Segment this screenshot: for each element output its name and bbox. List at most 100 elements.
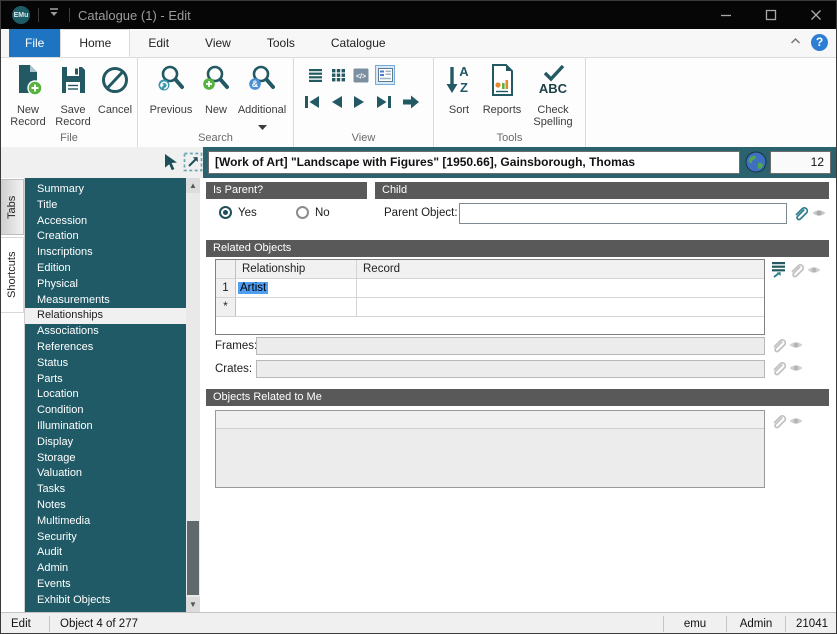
sidebar-item-physical[interactable]: Physical <box>25 277 186 293</box>
help-icon[interactable]: ? <box>811 34 828 51</box>
record-column-header[interactable]: Record <box>357 260 764 278</box>
tab-catalogue[interactable]: Catalogue <box>313 29 404 57</box>
tab-view[interactable]: View <box>187 29 249 57</box>
sidebar-item-title[interactable]: Title <box>25 198 186 214</box>
related-objects-header: Related Objects <box>206 240 829 257</box>
scrollbar-thumb[interactable] <box>187 521 199 595</box>
parent-object-eye-icon[interactable] <box>811 206 829 224</box>
sidebar-item-storage[interactable]: Storage <box>25 451 186 467</box>
emu-logo-icon[interactable]: EMu <box>12 6 30 24</box>
additional-search-button[interactable]: & Additional <box>233 61 291 135</box>
sidebar-item-creation[interactable]: Creation <box>25 229 186 245</box>
reports-icon <box>487 63 517 102</box>
sidebar-item-tasks[interactable]: Tasks <box>25 482 186 498</box>
sidebar-item-relationships[interactable]: Relationships <box>25 308 186 324</box>
scroll-up-icon[interactable]: ▲ <box>186 178 200 193</box>
sidebar-item-summary[interactable]: Summary <box>25 182 186 198</box>
sidebar-item-status[interactable]: Status <box>25 356 186 372</box>
sidebar-item-measurements[interactable]: Measurements <box>25 293 186 309</box>
sidebar-item-valuation[interactable]: Valuation <box>25 466 186 482</box>
status-mode: Edit <box>1 618 49 630</box>
sidebar-item-security[interactable]: Security <box>25 530 186 546</box>
previous-search-button[interactable]: Previous <box>143 61 199 116</box>
relationship-cell-selected: Artist <box>238 282 268 294</box>
sidebar-item-multimedia[interactable]: Multimedia <box>25 514 186 530</box>
record-title-field[interactable]: [Work of Art] "Landscape with Figures" [… <box>208 151 740 174</box>
relationships-form: Is Parent? Child Yes No Parent Object: R… <box>200 178 837 612</box>
sidebar-item-illumination[interactable]: Illumination <box>25 419 186 435</box>
previous-record-icon[interactable] <box>328 93 345 116</box>
close-button[interactable] <box>793 1 837 29</box>
relationship-column-header[interactable]: Relationship <box>236 260 357 278</box>
sidebar-item-condition[interactable]: Condition <box>25 403 186 419</box>
new-search-button[interactable]: New <box>199 61 233 116</box>
tab-edit[interactable]: Edit <box>130 29 187 57</box>
save-record-button[interactable]: Save Record <box>51 61 95 128</box>
title-bar: EMu Catalogue (1) - Edit <box>1 1 837 29</box>
list-view-icon[interactable] <box>306 66 324 84</box>
status-user: emu <box>664 618 726 630</box>
parent-object-input[interactable] <box>459 203 787 224</box>
crates-label: Crates: <box>215 363 252 375</box>
relationship-cell[interactable] <box>236 298 357 316</box>
sidebar-item-audit[interactable]: Audit <box>25 545 186 561</box>
sidebar-item-exhibit-objects[interactable]: Exhibit Objects <box>25 593 186 609</box>
sidebar-item-display[interactable]: Display <box>25 435 186 451</box>
check-spelling-button[interactable]: ABC Check Spelling <box>526 61 580 128</box>
sidebar-item-notes[interactable]: Notes <box>25 498 186 514</box>
tab-file[interactable]: File <box>9 29 60 57</box>
parent-object-attach-icon[interactable] <box>792 203 810 221</box>
first-record-icon[interactable] <box>302 93 322 116</box>
side-tab-shortcuts[interactable]: Shortcuts <box>1 237 24 313</box>
side-tab-tabs[interactable]: Tabs <box>1 179 24 235</box>
related-eye-icon[interactable] <box>806 263 824 281</box>
crates-attach-icon[interactable] <box>770 358 788 376</box>
objects-related-eye-icon[interactable] <box>788 414 806 432</box>
code-view-icon[interactable]: </> <box>352 66 370 84</box>
sidebar-item-admin[interactable]: Admin <box>25 561 186 577</box>
frames-attach-icon[interactable] <box>770 335 788 353</box>
sidebar-item-inscriptions[interactable]: Inscriptions <box>25 245 186 261</box>
is-parent-no-radio[interactable] <box>296 206 309 219</box>
quick-access-dropdown-icon[interactable] <box>47 6 61 24</box>
is-parent-yes-radio[interactable] <box>219 206 232 219</box>
record-count-field[interactable]: 12 <box>770 151 831 174</box>
maximize-button[interactable] <box>748 1 793 29</box>
sidebar-item-associations[interactable]: Associations <box>25 324 186 340</box>
details-view-icon[interactable] <box>375 65 395 85</box>
record-band: [Work of Art] "Landscape with Figures" [… <box>203 147 837 178</box>
objects-related-attach-icon[interactable] <box>770 411 788 429</box>
related-attach-icon[interactable] <box>788 260 806 278</box>
globe-icon[interactable] <box>745 151 767 178</box>
tab-tools[interactable]: Tools <box>249 29 313 57</box>
goto-record-icon[interactable] <box>400 93 422 116</box>
sidebar-item-parts[interactable]: Parts <box>25 372 186 388</box>
cancel-button[interactable]: Cancel <box>95 61 135 116</box>
sidebar-item-references[interactable]: References <box>25 340 186 356</box>
select-pointer-icon[interactable] <box>163 153 181 177</box>
reports-button[interactable]: Reports <box>478 61 526 116</box>
crates-eye-icon[interactable] <box>788 361 806 379</box>
collapse-ribbon-icon[interactable] <box>789 33 802 51</box>
is-parent-no-label: No <box>315 207 330 219</box>
frames-eye-icon[interactable] <box>788 338 806 356</box>
sort-button[interactable]: A Z Sort <box>440 61 478 116</box>
tab-home[interactable]: Home <box>60 29 130 57</box>
new-record-button[interactable]: New Record <box>5 61 51 128</box>
marquee-select-icon[interactable] <box>183 152 203 178</box>
group-label-file: File <box>1 132 137 144</box>
minimize-button[interactable] <box>703 1 748 29</box>
next-record-icon[interactable] <box>351 93 368 116</box>
sidebar-item-edition[interactable]: Edition <box>25 261 186 277</box>
sidebar-item-location[interactable]: Location <box>25 387 186 403</box>
scroll-down-icon[interactable]: ▼ <box>186 597 200 612</box>
sidebar-item-accession[interactable]: Accession <box>25 214 186 230</box>
related-insert-list-icon[interactable] <box>770 260 788 278</box>
sidebar-item-events[interactable]: Events <box>25 577 186 593</box>
last-record-icon[interactable] <box>374 93 394 116</box>
sidebar-scrollbar[interactable]: ▲ ▼ <box>186 178 200 612</box>
record-cell[interactable] <box>357 279 764 297</box>
grid-view-icon[interactable] <box>329 66 347 84</box>
objects-related-list-header <box>216 411 764 429</box>
record-cell[interactable] <box>357 298 764 316</box>
